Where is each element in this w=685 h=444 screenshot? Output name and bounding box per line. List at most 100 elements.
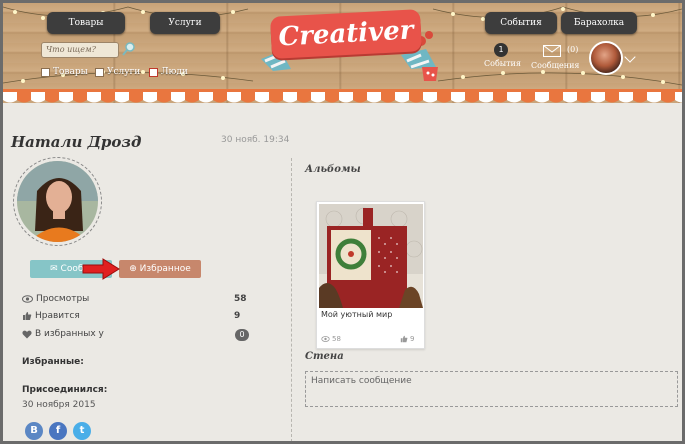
envelope-icon: ✉	[50, 264, 61, 274]
profile-name: Натали Дрозд	[11, 133, 142, 151]
album-cover[interactable]	[319, 204, 423, 308]
filter-people-label: Люди	[161, 67, 188, 77]
nav-services[interactable]: Услуги	[150, 12, 220, 34]
thumbs-up-icon	[400, 335, 408, 343]
bunting-flag	[311, 92, 325, 103]
filter-services[interactable]: Услуги	[95, 67, 140, 77]
bunting-flag	[591, 92, 605, 103]
bunting-flag	[353, 92, 367, 103]
bunting-flag	[227, 92, 241, 103]
bunting-flag	[535, 92, 549, 103]
bunting-flag	[465, 92, 479, 103]
bunting-flag	[633, 92, 647, 103]
bunting-flag	[31, 92, 45, 103]
bunting-flag	[157, 92, 171, 103]
stat-views-label: Просмотры	[36, 294, 90, 304]
search-icon[interactable]	[121, 41, 137, 57]
checkbox[interactable]	[41, 67, 50, 77]
messages-label[interactable]: Сообщения	[531, 61, 579, 70]
bunting-flag	[241, 92, 255, 103]
bunting-flag	[367, 92, 381, 103]
nav-flea-market[interactable]: Барахолка	[561, 12, 637, 34]
album-card[interactable]: Мой уютный мир 58 9	[316, 201, 425, 349]
add-favorite-button[interactable]: ⊕ Избранное	[119, 260, 201, 278]
nav-products[interactable]: Товары	[47, 12, 125, 34]
bunting-flag	[661, 92, 675, 103]
bunting-flag	[395, 92, 409, 103]
bunting-flag	[479, 92, 493, 103]
bunting-flag	[451, 92, 465, 103]
events-count-badge[interactable]: 1	[494, 43, 508, 57]
bunting-flag	[269, 92, 283, 103]
bunting-flag	[409, 92, 423, 103]
profile-timestamp: 30 нояб. 19:34	[221, 135, 290, 145]
checkbox[interactable]	[95, 67, 104, 77]
bunting-flag	[297, 92, 311, 103]
filter-products[interactable]: Товары	[41, 67, 88, 77]
bunting-flag	[115, 92, 129, 103]
twitter-icon[interactable]: t	[73, 422, 91, 440]
bunting-flag	[619, 92, 633, 103]
heart-icon	[22, 330, 32, 338]
stat-favorited-value: 0	[235, 329, 249, 341]
stat-favorited: В избранных у	[22, 329, 104, 339]
plus-circle-icon: ⊕	[129, 264, 140, 274]
bunting-flag	[185, 92, 199, 103]
checkbox[interactable]	[149, 67, 158, 77]
wall-message-input[interactable]: Написать сообщение	[305, 371, 678, 407]
profile-photo	[13, 157, 102, 246]
bunting-flag	[199, 92, 213, 103]
bunting-flag	[675, 92, 682, 103]
album-title[interactable]: Мой уютный мир	[321, 310, 392, 319]
bunting-flag	[213, 92, 227, 103]
album-likes-value: 9	[410, 335, 415, 343]
bunting-flag	[563, 92, 577, 103]
search-input[interactable]: Что ищем?	[41, 42, 119, 58]
album-cover-image	[319, 204, 423, 308]
site-header: Товары Услуги События Барахолка Что ищем…	[3, 3, 682, 103]
bunting-flag	[171, 92, 185, 103]
bunting-flag	[339, 92, 353, 103]
album-likes[interactable]: 9	[400, 335, 414, 343]
joined-label: Присоединился:	[22, 385, 108, 395]
bunting-flag	[577, 92, 591, 103]
cup-icon	[422, 67, 438, 81]
bunting-flag	[381, 92, 395, 103]
joined-date: 30 ноября 2015	[22, 400, 96, 410]
thumbs-up-icon	[23, 312, 32, 320]
eye-icon	[321, 336, 330, 342]
events-label[interactable]: События	[484, 59, 521, 68]
stat-views: Просмотры	[22, 294, 89, 304]
nav-events[interactable]: События	[485, 12, 557, 34]
bunting-decoration	[3, 89, 682, 103]
stat-favorited-label: В избранных у	[35, 329, 104, 339]
eye-icon	[22, 295, 33, 303]
favorites-label: Избранные:	[22, 357, 84, 367]
stat-likes-label: Нравится	[35, 311, 80, 321]
bunting-flag	[283, 92, 297, 103]
bunting-flag	[423, 92, 437, 103]
filter-products-label: Товары	[53, 67, 88, 77]
bunting-flag	[437, 92, 451, 103]
stat-likes: Нравится	[22, 311, 80, 321]
logo[interactable]: Creativer	[270, 9, 422, 59]
red-arrow-icon	[82, 258, 120, 280]
bunting-flag	[129, 92, 143, 103]
filter-services-label: Услуги	[107, 67, 141, 77]
filter-people[interactable]: Люди	[149, 67, 188, 77]
bunting-flag	[521, 92, 535, 103]
bunting-flag	[45, 92, 59, 103]
bunting-flag	[255, 92, 269, 103]
bunting-flag	[507, 92, 521, 103]
profile-photo-image	[17, 161, 98, 242]
user-avatar[interactable]	[589, 41, 623, 75]
album-views: 58	[321, 335, 341, 343]
facebook-icon[interactable]: f	[49, 422, 67, 440]
page-frame: Товары Услуги События Барахолка Что ищем…	[0, 0, 685, 444]
bunting-flag	[3, 92, 17, 103]
envelope-icon[interactable]	[543, 45, 561, 57]
bunting-flag	[87, 92, 101, 103]
vk-icon[interactable]: В	[25, 422, 43, 440]
bunting-flag	[647, 92, 661, 103]
bunting-flag	[549, 92, 563, 103]
